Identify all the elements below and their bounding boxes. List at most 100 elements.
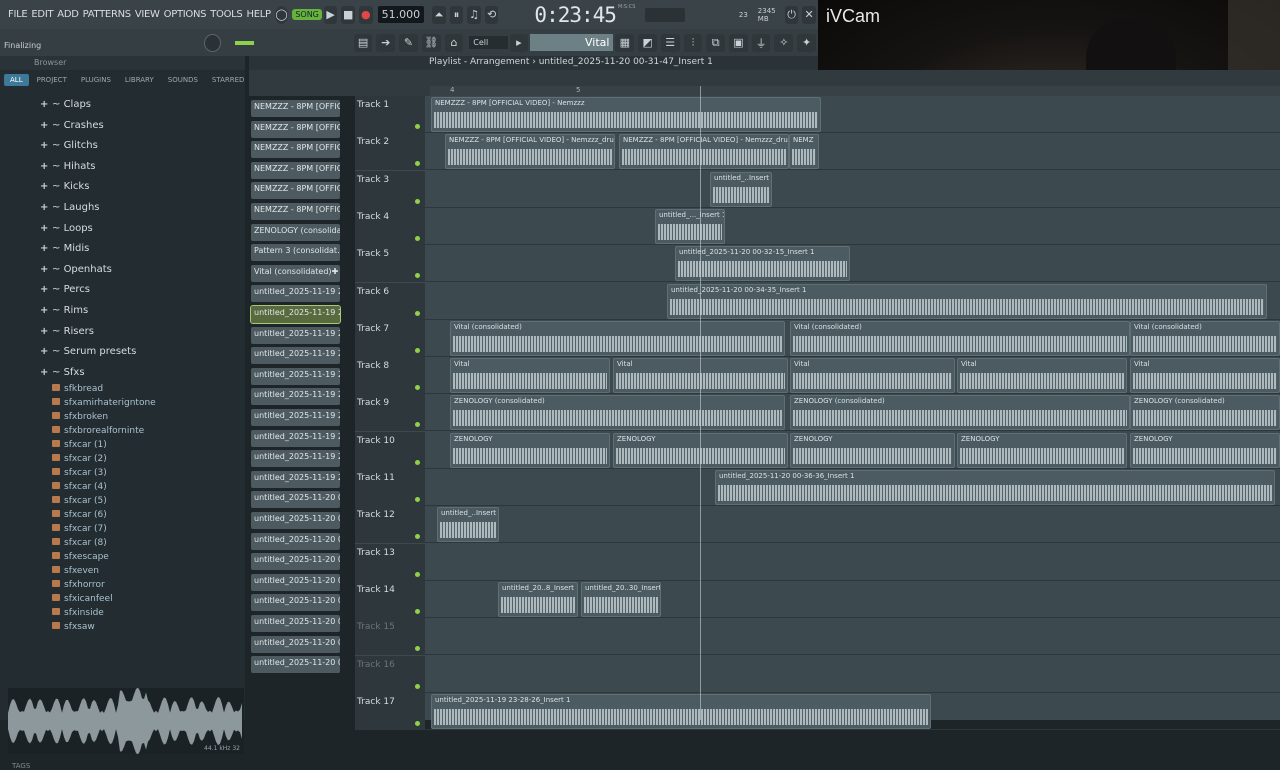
track-header[interactable]: Track 14 [355, 580, 425, 618]
play-button[interactable]: ▶ [323, 5, 338, 24]
browser-file[interactable]: sfxcar (3) [52, 468, 107, 478]
track-enable-led[interactable] [415, 422, 420, 428]
playlist-clip[interactable]: untitled_20..8_Insert 1 [498, 581, 578, 617]
expand-icon[interactable]: + [40, 202, 52, 213]
browser-tab-all[interactable]: ALL [4, 74, 29, 86]
master-volume-fader[interactable] [234, 40, 254, 45]
expand-icon[interactable]: + [40, 284, 52, 295]
track-enable-led[interactable] [415, 646, 420, 652]
browser-tab-sounds[interactable]: SOUNDS [162, 74, 204, 86]
playlist-clip[interactable]: Vital [1130, 358, 1280, 394]
loop-record-icon[interactable]: ⟲ [484, 5, 499, 24]
snap-arrow-icon[interactable]: ▸ [509, 33, 529, 52]
track-header[interactable]: Track 16 [355, 655, 425, 693]
playlist-clip[interactable]: untitled_..Insert 1 [437, 507, 499, 543]
browser-folder[interactable]: + ~ Hihats [40, 161, 95, 172]
expand-icon[interactable]: + [40, 120, 52, 131]
browser-folder[interactable]: + ~ Openhats [40, 264, 112, 275]
playlist-clip[interactable]: Vital (consolidated) [790, 320, 1130, 356]
expand-icon[interactable]: + [40, 326, 52, 337]
track-enable-led[interactable] [415, 235, 420, 241]
browser-folder[interactable]: + ~ Risers [40, 326, 94, 337]
plugin-picker-icon[interactable]: ⧉ [706, 33, 726, 52]
browser-file[interactable]: sfxamirhaterigntone [52, 398, 156, 408]
track-enable-led[interactable] [415, 347, 420, 353]
browser-file[interactable]: sfxsaw [52, 622, 95, 632]
playlist-clip[interactable]: ZENOLOGY [957, 432, 1127, 468]
expand-icon[interactable]: + [40, 264, 52, 275]
project-browser-icon[interactable]: ▣ [729, 33, 748, 52]
browser-file[interactable]: sfxcar (5) [52, 496, 107, 506]
tags-label[interactable]: TAGS [12, 762, 30, 770]
menu-edit[interactable]: EDIT [29, 9, 55, 20]
picker-channel[interactable]: untitled_2025-11-19 23-...✚ [251, 326, 340, 344]
browser-file[interactable]: sfxcar (6) [52, 510, 107, 520]
track-enable-led[interactable] [415, 534, 420, 540]
picker-channel[interactable]: untitled_2025-11-20 00-...✚ [251, 491, 340, 509]
link-icon[interactable]: ⛓ [421, 33, 441, 52]
track-enable-led[interactable] [415, 683, 420, 689]
menu-file[interactable]: FILE [6, 9, 29, 20]
extra-tool-icon[interactable]: ✦ [797, 33, 816, 52]
playlist-clip[interactable]: NEMZZZ - 8PM [OFFICIAL VIDEO] - Nemzzz_d… [445, 134, 615, 170]
browser-folder[interactable]: + ~ Kicks [40, 181, 89, 192]
expand-icon[interactable]: + [40, 161, 52, 172]
playlist-clip[interactable]: NEMZ [789, 134, 819, 170]
pattern-song-knob-icon[interactable]: ◯ [274, 5, 289, 24]
browser-file[interactable]: sfxcar (4) [52, 482, 107, 492]
picker-channel[interactable]: untitled_2025-11-20 00-...✚ [251, 635, 340, 653]
close-icon[interactable]: ✕ [802, 5, 816, 24]
track-header[interactable]: Track 5 [355, 245, 425, 283]
metronome-icon[interactable]: ⏶ [432, 5, 446, 24]
playlist-pattern-name[interactable]: untitled_2025-11-20 00-31-47_Insert 1 [539, 57, 713, 67]
browser-file[interactable]: sfxcar (7) [52, 524, 107, 534]
picker-channel[interactable]: NEMZZZ - 8PM [OFFIC...✚ [251, 100, 340, 117]
picker-channel[interactable]: NEMZZZ - 8PM [OFFIC...✚ [251, 182, 340, 200]
snap-select[interactable]: Cell [469, 36, 508, 49]
picker-channel[interactable]: untitled_2025-11-19 23-...✚ [251, 388, 340, 406]
picker-channel[interactable]: untitled_2025-11-20 00-...✚ [251, 615, 340, 632]
track-header[interactable]: Track 13 [355, 543, 425, 581]
browser-tab-starred[interactable]: STARRED [206, 74, 251, 86]
track-header[interactable]: Track 9 [355, 394, 425, 432]
track-enable-led[interactable] [415, 571, 420, 577]
browser-file[interactable]: sfxcar (2) [52, 454, 107, 464]
master-pitch-knob-icon[interactable] [204, 33, 221, 52]
mixer-view-icon[interactable]: ⫶ [683, 33, 703, 52]
menu-help[interactable]: HELP [244, 9, 272, 20]
playlist-clip[interactable]: ZENOLOGY [450, 432, 610, 468]
playlist-clip[interactable]: ZENOLOGY [1130, 432, 1280, 468]
track-row[interactable]: Track 3 [355, 170, 1280, 208]
expand-icon[interactable]: + [40, 181, 52, 192]
track-enable-led[interactable] [415, 459, 420, 465]
browser-folder[interactable]: + ~ Sfxs [40, 367, 85, 378]
playlist-clip[interactable]: untitled_2025-11-20 00-34-35_Insert 1 [667, 283, 1267, 319]
picker-channel[interactable]: ZENOLOGY (consolida...✚ [251, 223, 340, 241]
browser-file[interactable]: sfxbroken [52, 412, 108, 422]
picker-channel[interactable]: NEMZZZ - 8PM [OFFIC...✚ [251, 141, 340, 159]
menu-add[interactable]: ADD [55, 9, 80, 20]
picker-channel[interactable]: untitled_2025-11-20 00-...✚ [251, 573, 340, 591]
expand-icon[interactable]: + [40, 305, 52, 316]
stamp-icon[interactable]: ⌂ [444, 33, 464, 52]
track-enable-led[interactable] [415, 161, 420, 167]
browser-folder[interactable]: + ~ Rims [40, 305, 88, 316]
add-icon[interactable]: ✚ [332, 267, 339, 280]
picker-channel[interactable]: untitled_2025-11-19 23-...✚ [251, 429, 340, 447]
playlist-clip[interactable]: ZENOLOGY (consolidated) [1130, 395, 1280, 431]
picker-channel[interactable]: untitled_2025-11-19 23-...✚ [251, 470, 340, 488]
track-header[interactable]: Track 4 [355, 207, 425, 245]
playlist-clip[interactable]: untitled_20..30_Insert 1 [581, 581, 661, 617]
arrow-right-icon[interactable]: ➔ [376, 33, 396, 52]
playlist-clip[interactable]: Vital (consolidated) [450, 320, 785, 356]
picker-channel[interactable]: untitled_2025-11-20 00-...✚ [251, 512, 340, 529]
picker-channel[interactable]: untitled_2025-11-19 23-...✚ [251, 285, 340, 303]
track-header[interactable]: Track 3 [355, 170, 425, 208]
track-header[interactable]: Track 1 [355, 96, 425, 133]
browser-file[interactable]: sfxeven [52, 566, 99, 576]
picker-channel[interactable]: Vital (consolidated) ✚ [251, 264, 340, 282]
stop-button[interactable]: ■ [341, 5, 356, 24]
track-enable-led[interactable] [415, 124, 420, 129]
browser-tab-project[interactable]: PROJECT [31, 74, 73, 86]
plug-icon[interactable]: ⏚ [751, 33, 771, 52]
